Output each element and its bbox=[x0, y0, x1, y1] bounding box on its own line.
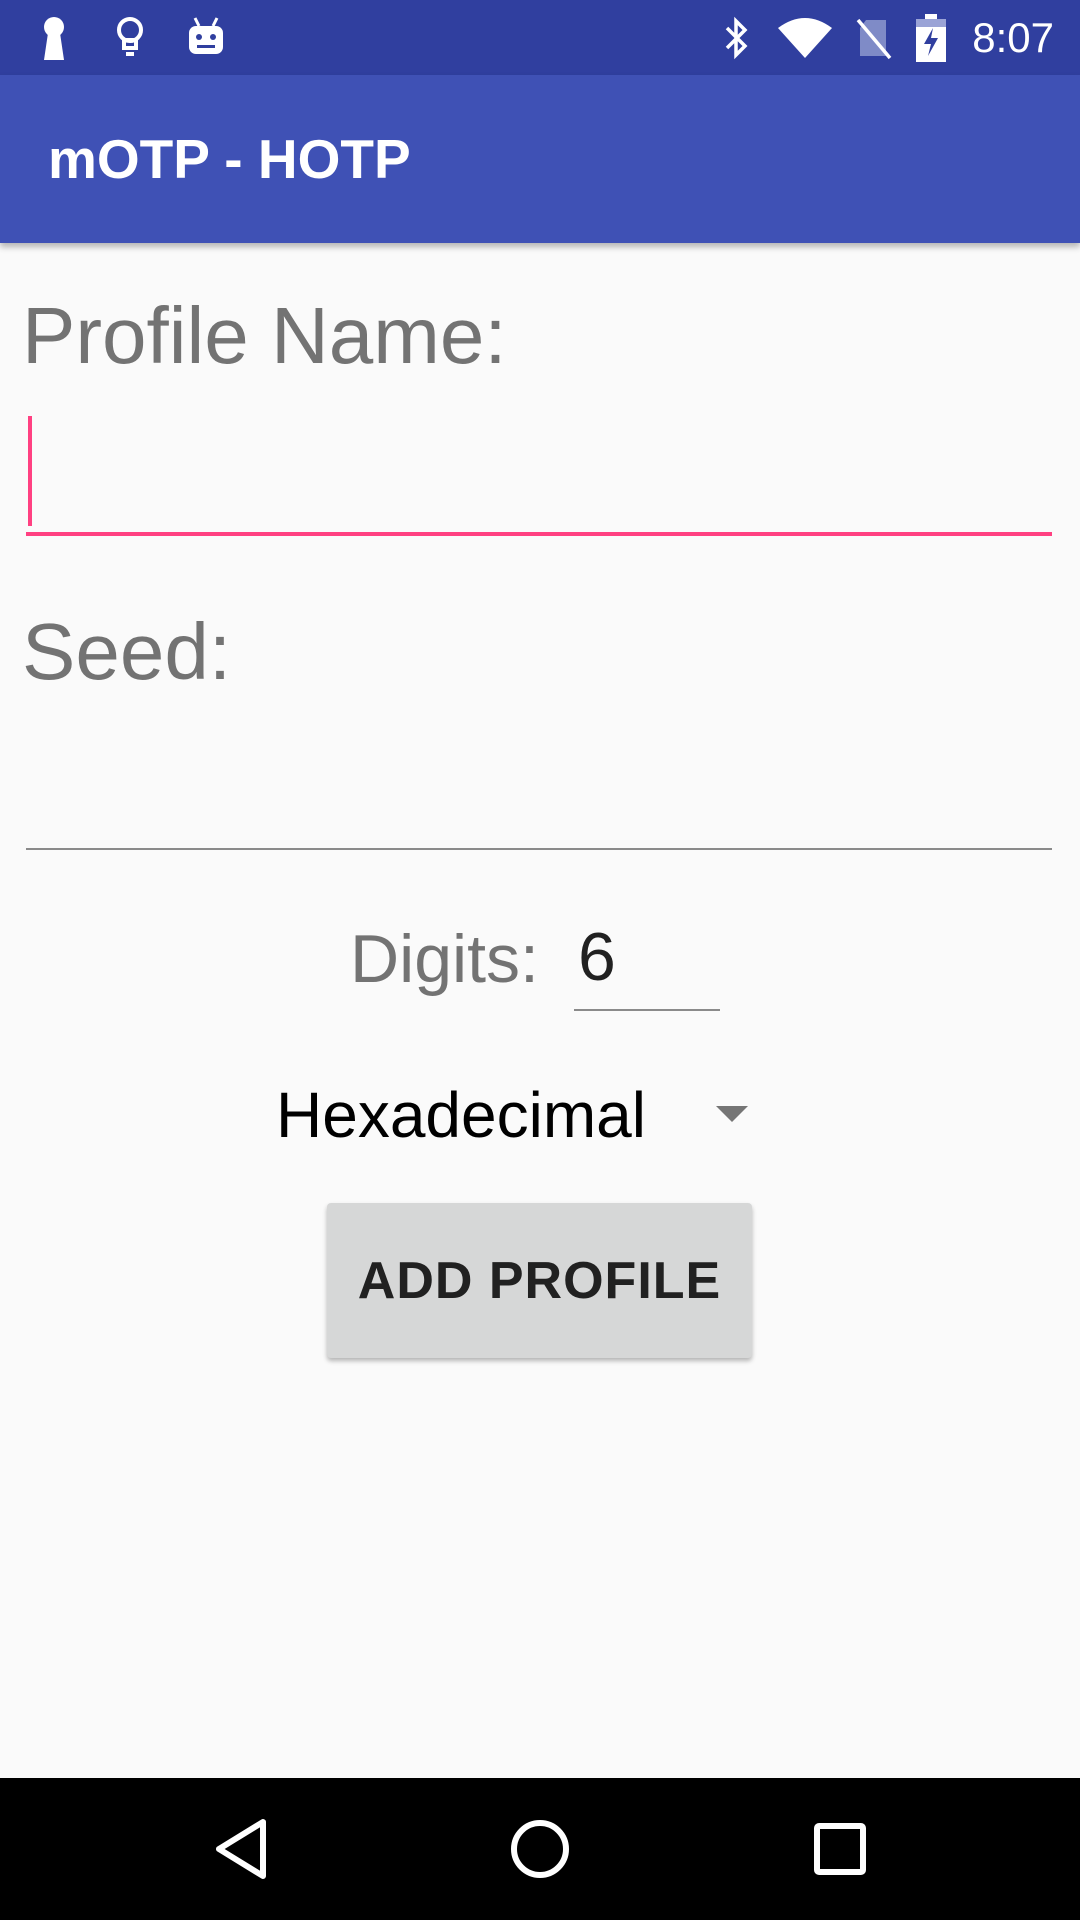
profile-name-input[interactable] bbox=[26, 416, 1052, 536]
profile-name-label: Profile Name: bbox=[22, 291, 507, 380]
status-bar: 8:07 bbox=[0, 0, 1080, 75]
digits-label: Digits: bbox=[350, 921, 539, 997]
app-bar: mOTP - HOTP bbox=[0, 75, 1080, 243]
recents-icon[interactable] bbox=[795, 1804, 885, 1894]
dropdown-arrow-icon bbox=[716, 1106, 748, 1122]
screen: 8:07 mOTP - HOTP Profile Name: Seed: Dig… bbox=[0, 0, 1080, 1920]
add-profile-button[interactable]: ADD PROFILE bbox=[327, 1203, 752, 1358]
digits-row: Digits: bbox=[0, 905, 1080, 1015]
seed-label: Seed: bbox=[22, 607, 232, 696]
status-time: 8:07 bbox=[972, 14, 1054, 61]
status-left-icons bbox=[34, 10, 226, 65]
encoding-selected: Hexadecimal bbox=[276, 1079, 646, 1151]
app-title: mOTP - HOTP bbox=[48, 128, 411, 190]
wifi-icon bbox=[778, 16, 833, 60]
android-icon bbox=[186, 16, 226, 60]
battery-charging-icon bbox=[916, 13, 947, 62]
status-right-icons: 8:07 bbox=[716, 10, 1054, 65]
lightbulb-icon bbox=[110, 16, 150, 60]
bluetooth-icon bbox=[716, 16, 756, 60]
no-sim-icon bbox=[854, 16, 894, 60]
keyhole-icon bbox=[34, 16, 74, 60]
text-cursor bbox=[28, 416, 32, 526]
digits-input[interactable] bbox=[574, 905, 720, 1011]
encoding-spinner[interactable]: Hexadecimal bbox=[270, 1060, 770, 1170]
navigation-bar bbox=[0, 1778, 1080, 1920]
back-icon[interactable] bbox=[196, 1804, 286, 1894]
home-icon[interactable] bbox=[495, 1804, 585, 1894]
seed-input[interactable] bbox=[26, 730, 1052, 850]
